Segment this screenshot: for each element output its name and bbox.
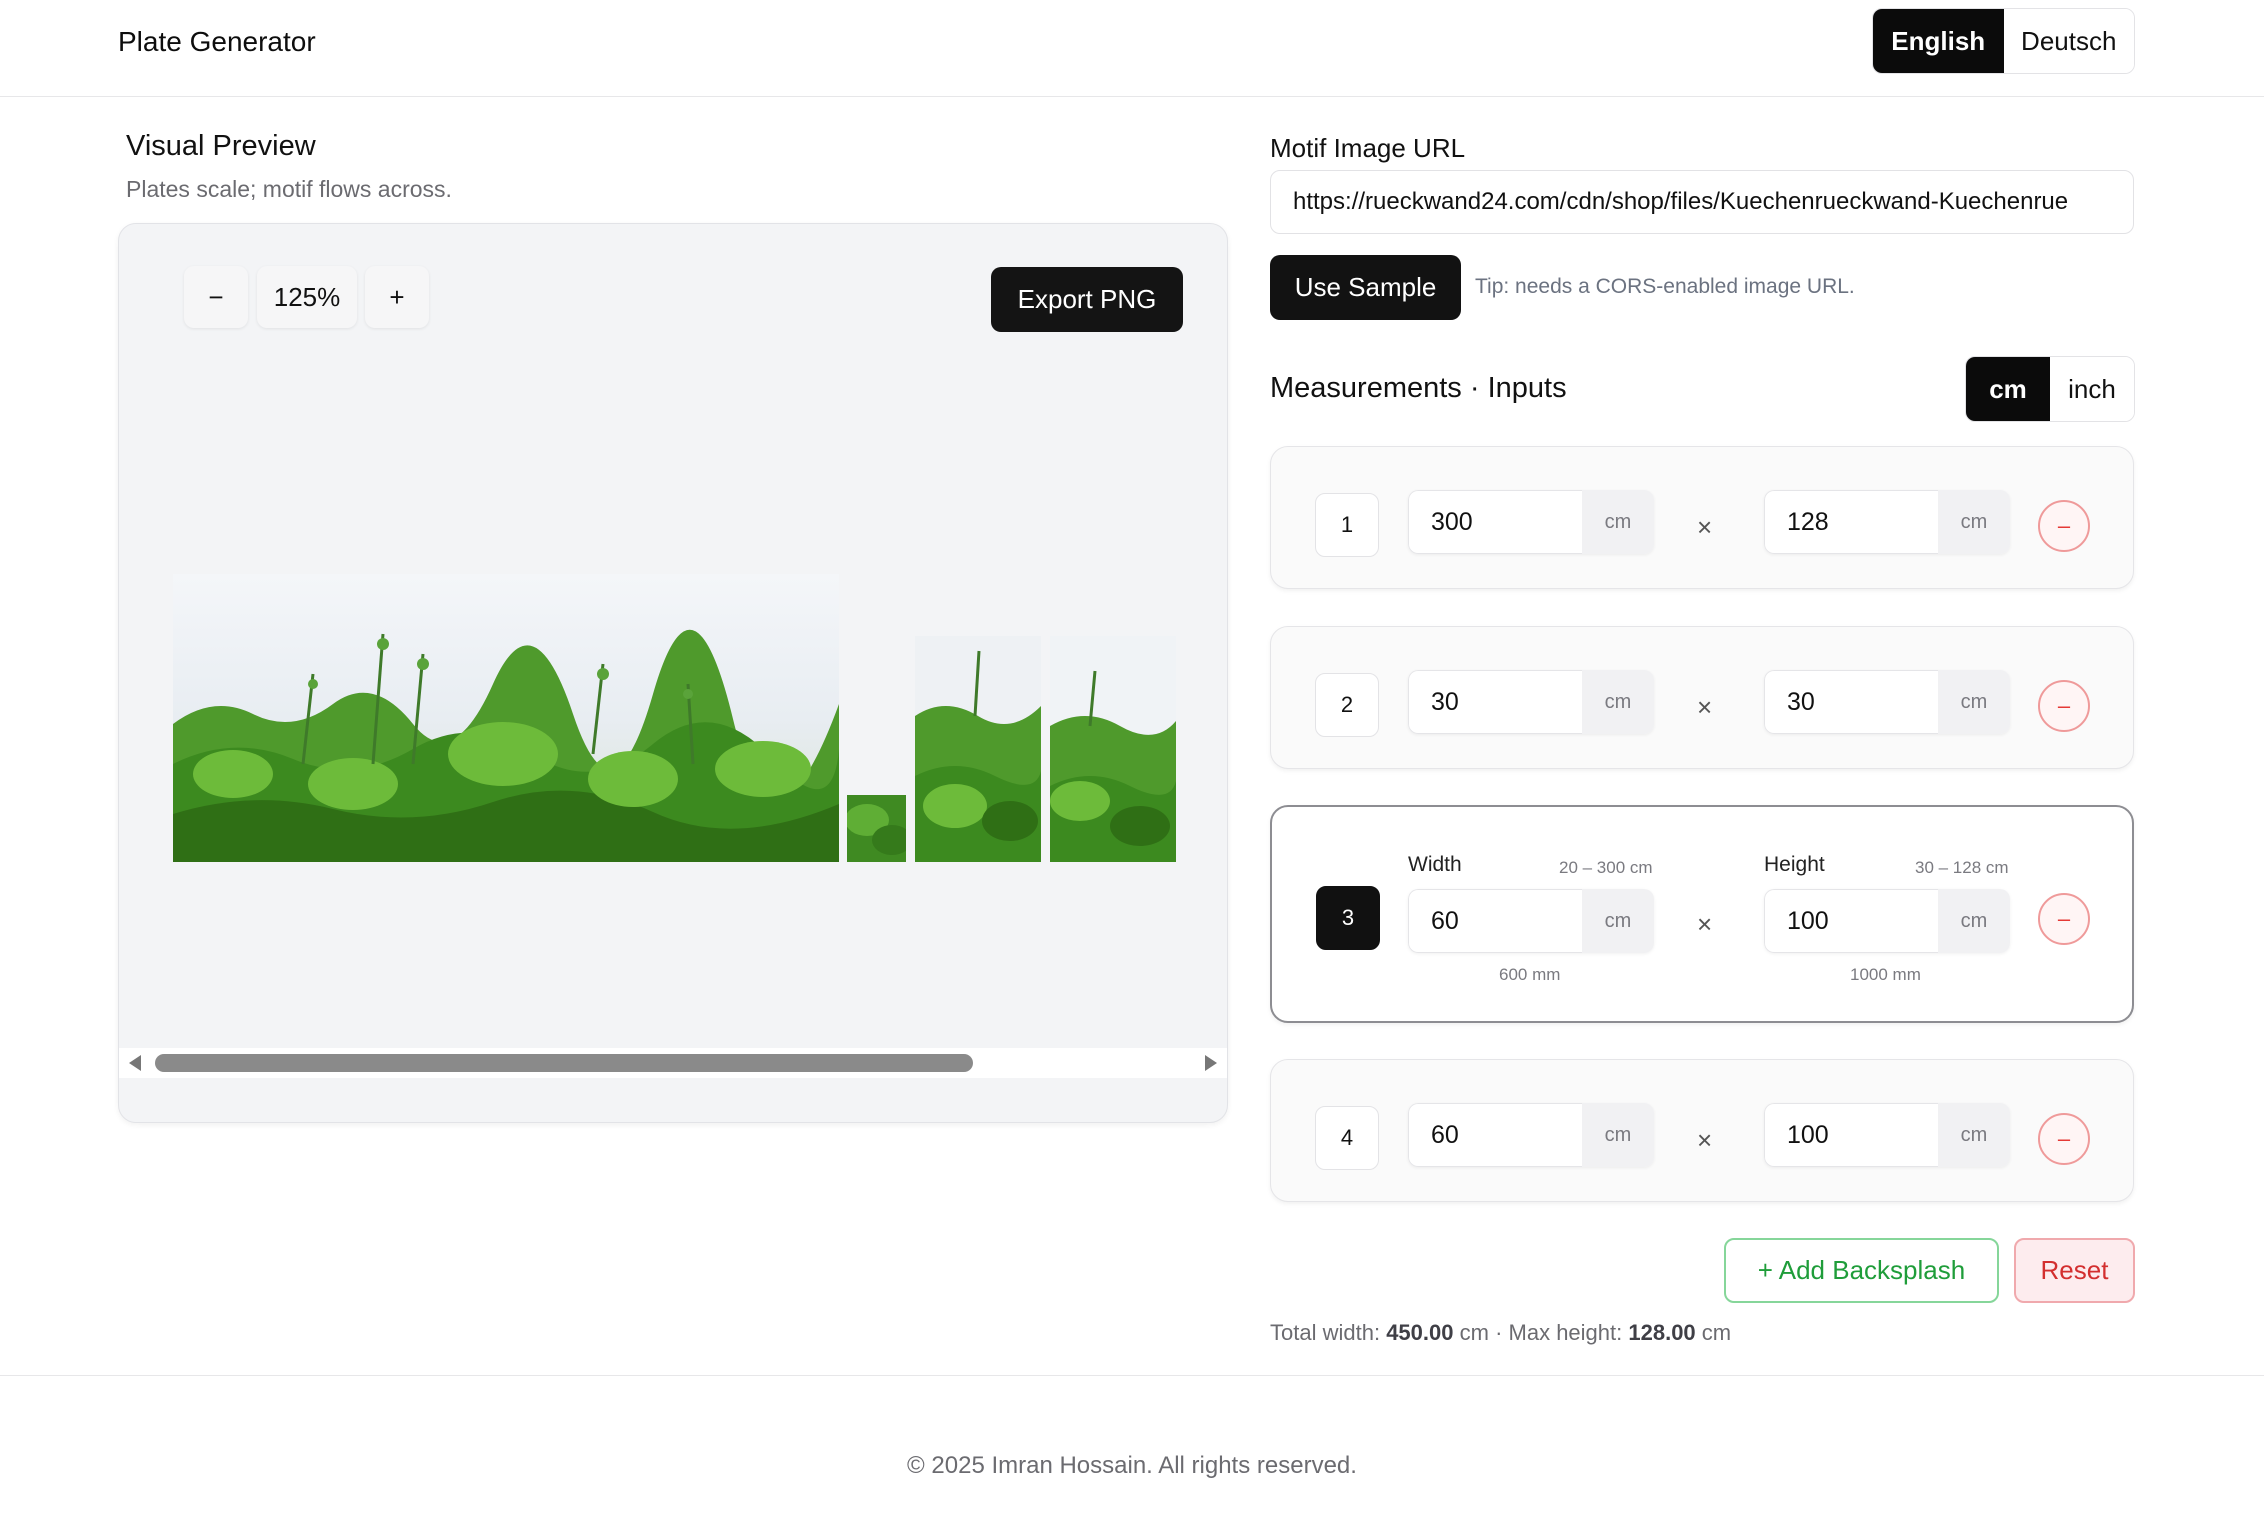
total-width-unit: cm	[1459, 1320, 1489, 1345]
width-field[interactable]: 30 cm	[1408, 670, 1654, 734]
remove-row-button[interactable]: –	[2038, 893, 2090, 945]
preview-scrollbar[interactable]	[119, 1048, 1227, 1078]
language-deutsch-button[interactable]: Deutsch	[2003, 9, 2134, 73]
use-sample-button[interactable]: Use Sample	[1270, 255, 1461, 320]
cors-tip: Tip: needs a CORS-enabled image URL.	[1475, 275, 1855, 298]
measurement-row-4: 4 60 cm × 100 cm –	[1270, 1059, 2134, 1202]
times-icon: ×	[1697, 909, 1713, 939]
export-png-button[interactable]: Export PNG	[991, 267, 1183, 332]
zoom-in-button[interactable]: +	[365, 266, 429, 328]
language-english-button[interactable]: English	[1873, 9, 2004, 73]
zoom-out-button[interactable]: −	[184, 266, 248, 328]
plate-4-image	[1050, 636, 1176, 862]
add-backsplash-button[interactable]: + Add Backsplash	[1724, 1238, 1999, 1303]
plate-3-image	[915, 636, 1041, 862]
height-input[interactable]: 100	[1764, 889, 1938, 953]
row-index: 2	[1315, 673, 1379, 737]
plate-2-image	[847, 795, 906, 862]
height-input[interactable]: 100	[1764, 1103, 1938, 1167]
summary-separator: ·	[1495, 1320, 1503, 1345]
remove-row-button[interactable]: –	[2038, 500, 2090, 552]
height-field[interactable]: 30 cm	[1764, 670, 2010, 734]
total-width-value: 450.00	[1386, 1320, 1454, 1345]
width-input[interactable]: 300	[1408, 490, 1582, 554]
height-unit: cm	[1938, 490, 2010, 554]
motif-url-label: Motif Image URL	[1270, 133, 1466, 163]
measurement-row-2: 2 30 cm × 30 cm –	[1270, 626, 2134, 769]
width-field[interactable]: 300 cm	[1408, 490, 1654, 554]
remove-row-button[interactable]: –	[2038, 1113, 2090, 1165]
measurement-row-3: 3 Width 20 – 300 cm Height 30 – 128 cm 6…	[1270, 805, 2134, 1023]
scroll-thumb[interactable]	[155, 1054, 973, 1072]
width-unit: cm	[1582, 889, 1654, 953]
measurements-title: Measurements · Inputs	[1270, 372, 1567, 404]
measurement-row-1: 1 300 cm × 128 cm –	[1270, 446, 2134, 589]
height-input[interactable]: 30	[1764, 670, 1938, 734]
app-header: Plate Generator English Deutsch	[0, 0, 2264, 97]
preview-title: Visual Preview	[126, 130, 316, 162]
times-icon: ×	[1697, 692, 1713, 722]
preview-subtitle: Plates scale; motif flows across.	[126, 176, 452, 202]
width-label: Width	[1408, 853, 1462, 876]
motif-url-input[interactable]: https://rueckwand24.com/cdn/shop/files/K…	[1270, 170, 2134, 234]
height-field[interactable]: 128 cm	[1764, 490, 2010, 554]
plate-1-image	[173, 574, 839, 862]
width-range: 20 – 300 cm	[1559, 858, 1653, 877]
height-unit: cm	[1938, 1103, 2010, 1167]
remove-row-button[interactable]: –	[2038, 680, 2090, 732]
height-input[interactable]: 128	[1764, 490, 1938, 554]
height-field[interactable]: 100 cm	[1764, 889, 2010, 953]
times-icon: ×	[1697, 512, 1713, 542]
scroll-left-arrow-icon[interactable]	[129, 1055, 141, 1071]
height-label: Height	[1764, 853, 1825, 876]
width-unit: cm	[1582, 1103, 1654, 1167]
height-unit: cm	[1938, 889, 2010, 953]
row-index: 1	[1315, 493, 1379, 557]
width-field[interactable]: 60 cm	[1408, 1103, 1654, 1167]
scroll-right-arrow-icon[interactable]	[1205, 1055, 1217, 1071]
unit-toggle: cm inch	[1965, 356, 2135, 422]
unit-cm-button[interactable]: cm	[1966, 357, 2050, 421]
reset-button[interactable]: Reset	[2014, 1238, 2135, 1303]
brand-title: Plate Generator	[118, 26, 316, 57]
height-range: 30 – 128 cm	[1915, 858, 2009, 877]
footer-copyright: © 2025 Imran Hossain. All rights reserve…	[907, 1452, 1357, 1479]
max-height-label: Max height:	[1508, 1320, 1623, 1345]
width-field[interactable]: 60 cm	[1408, 889, 1654, 953]
width-input[interactable]: 30	[1408, 670, 1582, 734]
unit-inch-button[interactable]: inch	[2050, 357, 2134, 421]
max-height-unit: cm	[1701, 1320, 1732, 1345]
times-icon: ×	[1697, 1125, 1713, 1155]
width-input[interactable]: 60	[1408, 1103, 1582, 1167]
height-mm: 1000 mm	[1850, 965, 1921, 984]
height-field[interactable]: 100 cm	[1764, 1103, 2010, 1167]
language-toggle: English Deutsch	[1872, 8, 2135, 74]
width-unit: cm	[1582, 670, 1654, 734]
summary-line: Total width: 450.00 cm · Max height: 128…	[1270, 1320, 1731, 1346]
row-index: 4	[1315, 1106, 1379, 1170]
row-index: 3	[1316, 886, 1380, 950]
total-width-label: Total width:	[1270, 1320, 1381, 1345]
width-unit: cm	[1582, 490, 1654, 554]
max-height-value: 128.00	[1628, 1320, 1696, 1345]
width-input[interactable]: 60	[1408, 889, 1582, 953]
height-unit: cm	[1938, 670, 2010, 734]
width-mm: 600 mm	[1499, 965, 1561, 984]
zoom-level: 125%	[257, 266, 357, 328]
footer-divider	[0, 1375, 2264, 1376]
